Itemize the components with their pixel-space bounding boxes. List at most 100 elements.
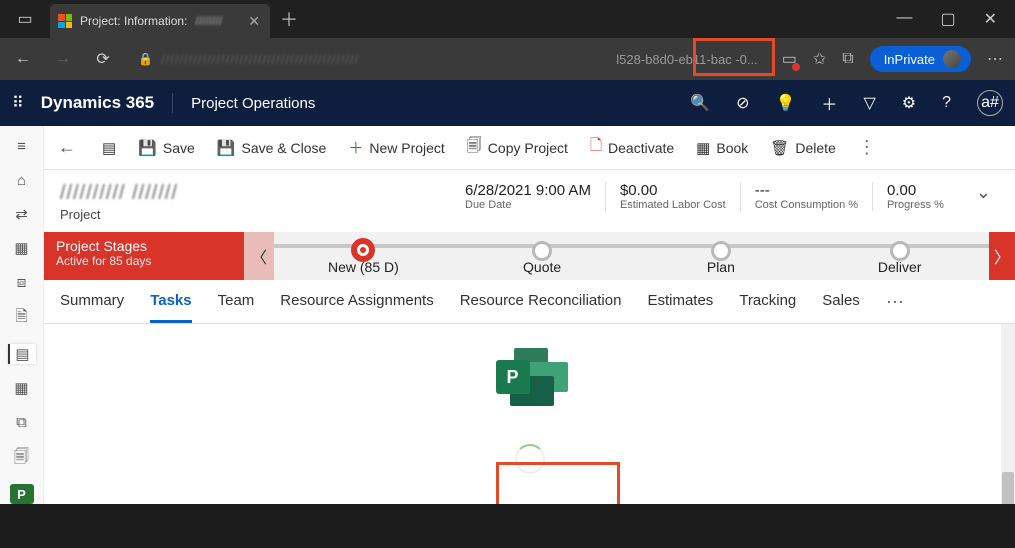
inprivate-label: InPrivate [884, 52, 935, 67]
task-timer-icon[interactable]: ⊘ [736, 93, 749, 113]
url-redacted: ////////////////////////////////////////… [161, 52, 616, 67]
process-title: Project Stages [56, 238, 232, 254]
stage-deliver[interactable]: Deliver [810, 237, 989, 275]
back-record-button[interactable]: ← [54, 137, 80, 158]
back-button[interactable]: ← [8, 50, 38, 68]
filter-icon[interactable]: ▽ [863, 93, 875, 113]
lightbulb-icon[interactable]: 💡 [776, 93, 796, 113]
new-project-button[interactable]: ＋New Project [348, 137, 444, 158]
refresh-button[interactable]: ⟳ [88, 49, 118, 69]
settings-icon[interactable]: ⚙ [902, 93, 916, 113]
book-button[interactable]: ▦Book [696, 139, 748, 157]
browser-tab[interactable]: Project: Information: //////// ✕ [50, 4, 270, 38]
tab-resource-reconciliation[interactable]: Resource Reconciliation [460, 292, 622, 323]
deactivate-button[interactable]: 🗋Deactivate [590, 135, 674, 160]
tab-overflow[interactable]: ⋯ [886, 292, 904, 323]
copy-project-button[interactable]: 🗐Copy Project [467, 135, 568, 160]
project-app-logo: P [496, 348, 564, 406]
tab-sales[interactable]: Sales [822, 292, 860, 323]
header-expand-button[interactable]: ⌄ [968, 182, 999, 203]
project-logo-letter: P [496, 360, 530, 394]
close-window-button[interactable]: ✕ [984, 9, 997, 29]
form-tabs: Summary Tasks Team Resource Assignments … [44, 280, 1015, 324]
tab-manager-button[interactable]: ▭ [0, 9, 50, 29]
brand-label[interactable]: Dynamics 365 [41, 93, 154, 113]
save-close-button[interactable]: 💾Save & Close [217, 139, 327, 157]
content-panel: ← ▤ 💾Save 💾Save & Close ＋New Project 🗐Co… [44, 126, 1015, 504]
header-kpis: 6/28/2021 9:00 AMDue Date $0.00Estimated… [451, 182, 958, 211]
process-bar: Project Stages Active for 85 days 〈 New … [44, 232, 1015, 280]
process-next-button[interactable]: 〉 [989, 232, 1015, 280]
favorites-icon[interactable]: ✩ [813, 49, 826, 69]
kpi-labor-cost: $0.00Estimated Labor Cost [605, 182, 740, 211]
scrollbar-thumb[interactable] [1002, 472, 1014, 504]
browser-menu-button[interactable]: ⋯ [987, 49, 1003, 69]
record-header: ////////// /////// Project 6/28/2021 9:0… [44, 170, 1015, 228]
rail-calendar-icon[interactable]: ▦ [8, 238, 36, 258]
stage-new[interactable]: New (85 D) [274, 237, 453, 275]
search-icon[interactable]: 🔍 [690, 93, 710, 113]
rail-schedule-icon[interactable]: ▦ [8, 378, 36, 398]
stage-quote[interactable]: Quote [453, 237, 632, 275]
tab-body: P [44, 324, 1015, 504]
rail-home-icon[interactable]: ⌂ [8, 170, 36, 190]
rail-report-icon[interactable]: 🗐 [8, 446, 36, 470]
rail-document-icon[interactable]: 🗎 [8, 306, 36, 330]
browser-titlebar: ▭ Project: Information: //////// ✕ ＋ — ▢… [0, 0, 1015, 38]
process-flag[interactable]: Project Stages Active for 85 days [44, 232, 244, 280]
blocked-content-icon[interactable]: ▭ [782, 49, 797, 69]
tab-summary[interactable]: Summary [60, 292, 124, 323]
collections-icon[interactable]: ⧉ [842, 50, 853, 68]
lock-icon: 🔒 [138, 52, 153, 66]
forward-button[interactable]: → [48, 50, 78, 68]
tab-resource-assignments[interactable]: Resource Assignments [280, 292, 433, 323]
app-launcher-icon[interactable]: ⠿ [12, 93, 23, 113]
tab-close-button[interactable]: ✕ [248, 13, 260, 30]
browser-toolbar: ← → ⟳ 🔒 ////////////////////////////////… [0, 38, 1015, 80]
divider [172, 93, 173, 113]
profile-dot [943, 50, 961, 68]
loading-spinner-icon [515, 444, 545, 474]
tab-team[interactable]: Team [218, 292, 255, 323]
stage-node-icon [711, 241, 731, 261]
delete-button[interactable]: 🗑Delete [770, 139, 836, 157]
rail-project-icon[interactable]: ▤ [8, 344, 36, 364]
process-prev-button[interactable]: 〈 [244, 232, 274, 280]
tab-estimates[interactable]: Estimates [647, 292, 713, 323]
rail-resource-icon[interactable]: ⧉ [8, 412, 36, 432]
command-overflow-button[interactable]: ⋮ [858, 137, 876, 158]
save-button[interactable]: 💾Save [138, 139, 195, 157]
module-label[interactable]: Project Operations [191, 95, 315, 112]
address-bar[interactable]: 🔒 //////////////////////////////////////… [128, 44, 768, 74]
stage-node-icon [532, 241, 552, 261]
inprivate-badge[interactable]: InPrivate [870, 46, 971, 72]
kpi-due-date: 6/28/2021 9:00 AMDue Date [451, 182, 605, 211]
new-tab-button[interactable]: ＋ [270, 6, 308, 32]
highlight-box-spinner [496, 462, 620, 504]
help-icon[interactable]: ? [942, 94, 951, 112]
minimize-button[interactable]: — [896, 9, 912, 29]
tab-title: Project: Information: [80, 14, 187, 28]
rail-menu-icon[interactable]: ≡ [8, 136, 36, 156]
form-selector-button[interactable]: ▤ [102, 139, 116, 157]
add-icon[interactable]: ＋ [821, 91, 837, 115]
tab-title-redacted: //////// [195, 14, 222, 28]
window-controls: — ▢ ✕ [878, 9, 1015, 29]
url-tail: l528-b8d0-eb11-bac -0... [616, 52, 757, 67]
left-nav-rail: ≡ ⌂ ⇄ ▦ ⧈ 🗎 ▤ ▦ ⧉ 🗐 P [0, 126, 44, 504]
rail-timeline-icon[interactable]: ⇄ [8, 204, 36, 224]
tab-tasks[interactable]: Tasks [150, 292, 191, 323]
record-name-redacted: ////////// /////// [60, 182, 178, 205]
stage-plan[interactable]: Plan [632, 237, 811, 275]
kpi-progress: 0.00Progress % [872, 182, 958, 211]
app-header: ⠿ Dynamics 365 Project Operations 🔍 ⊘ 💡 … [0, 80, 1015, 126]
rail-package-icon[interactable]: ⧈ [8, 272, 36, 292]
tab-tracking[interactable]: Tracking [739, 292, 796, 323]
user-avatar[interactable]: a# [977, 90, 1003, 116]
maximize-button[interactable]: ▢ [940, 9, 955, 29]
process-subtitle: Active for 85 days [56, 254, 232, 268]
rail-project-chip[interactable]: P [10, 484, 34, 504]
entity-label: Project [60, 207, 178, 222]
vertical-scrollbar[interactable] [1001, 324, 1015, 504]
favicon-ms [58, 14, 72, 28]
